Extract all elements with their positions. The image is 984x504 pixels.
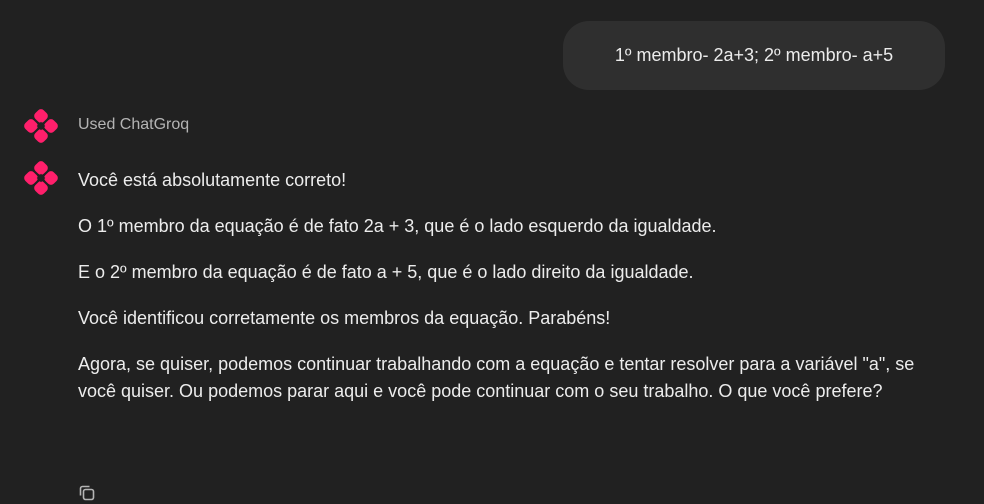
copy-icon xyxy=(79,485,95,501)
assistant-paragraph: O 1º membro da equação é de fato 2a + 3,… xyxy=(78,216,717,236)
user-message-text: 1º membro- 2a+3; 2º membro- a+5 xyxy=(614,45,894,65)
assistant-paragraph: Você está absolutamente correto! xyxy=(78,170,347,190)
message-actions xyxy=(76,482,98,504)
assistant-paragraph: Você identificou corretamente os membros… xyxy=(78,308,611,328)
assistant-paragraph: E o 2º membro da equação é de fato a + 5… xyxy=(78,262,694,282)
assistant-message: Você está absolutamente correto! O 1º me… xyxy=(78,167,938,405)
chatgroq-logo-icon xyxy=(23,108,59,144)
assistant-avatar-icon xyxy=(23,160,59,196)
user-message-bubble: 1º membro- 2a+3; 2º membro- a+5 xyxy=(563,21,945,90)
assistant-paragraph: Agora, se quiser, podemos continuar trab… xyxy=(78,354,915,401)
copy-button[interactable] xyxy=(76,482,98,504)
tool-used-label[interactable]: Used ChatGroq xyxy=(78,116,189,134)
